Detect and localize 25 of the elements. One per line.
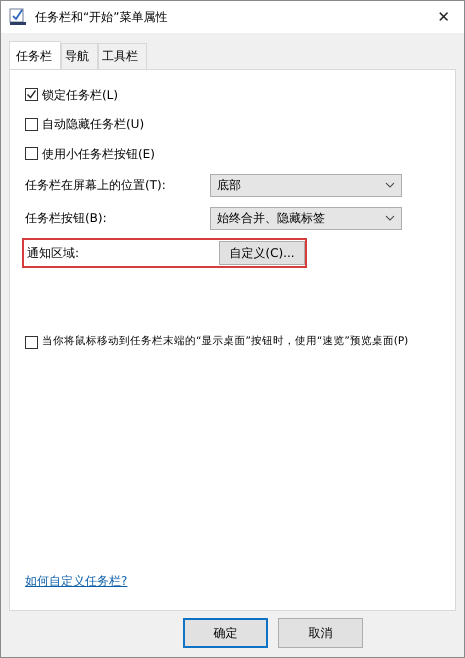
checkbox[interactable] <box>25 118 38 131</box>
dialog-button[interactable]: 确定 <box>183 618 268 648</box>
tab[interactable]: 任务栏 <box>9 41 61 69</box>
field-label: 任务栏按钮(B): <box>25 210 108 227</box>
tab[interactable]: 工具栏 <box>98 43 147 69</box>
chevron-down-icon <box>385 182 395 188</box>
checkbox-label: 当你将鼠标移动到任务栏末端的“显示桌面”按钮时，使用“速览”预览桌面(P) <box>42 334 408 350</box>
dialog-button[interactable]: 取消 <box>278 618 363 648</box>
tab[interactable]: 导航 <box>61 43 98 69</box>
dropdown[interactable]: 底部 <box>210 174 402 196</box>
field-label: 通知区域: <box>27 244 80 262</box>
checkbox[interactable] <box>25 88 38 102</box>
checkbox[interactable] <box>25 336 38 349</box>
chevron-down-icon <box>385 215 395 221</box>
field-label: 任务栏在屏幕上的位置(T): <box>25 177 167 194</box>
taskbar-settings-icon <box>9 8 27 26</box>
checkbox-label: 自动隐藏任务栏(U) <box>42 116 144 134</box>
dropdown[interactable]: 始终合并、隐藏标签 <box>210 206 402 230</box>
close-button[interactable]: ✕ <box>431 6 456 28</box>
checkbox-label: 锁定任务栏(L) <box>42 86 118 104</box>
checkbox-label: 使用小任务栏按钮(E) <box>42 146 155 163</box>
help-link[interactable]: 如何自定义任务栏? <box>25 572 439 590</box>
checkbox[interactable] <box>25 147 38 160</box>
customize-button[interactable]: 自定义(C)... <box>219 240 305 264</box>
window-title: 任务栏和“开始”菜单属性 <box>35 9 168 26</box>
